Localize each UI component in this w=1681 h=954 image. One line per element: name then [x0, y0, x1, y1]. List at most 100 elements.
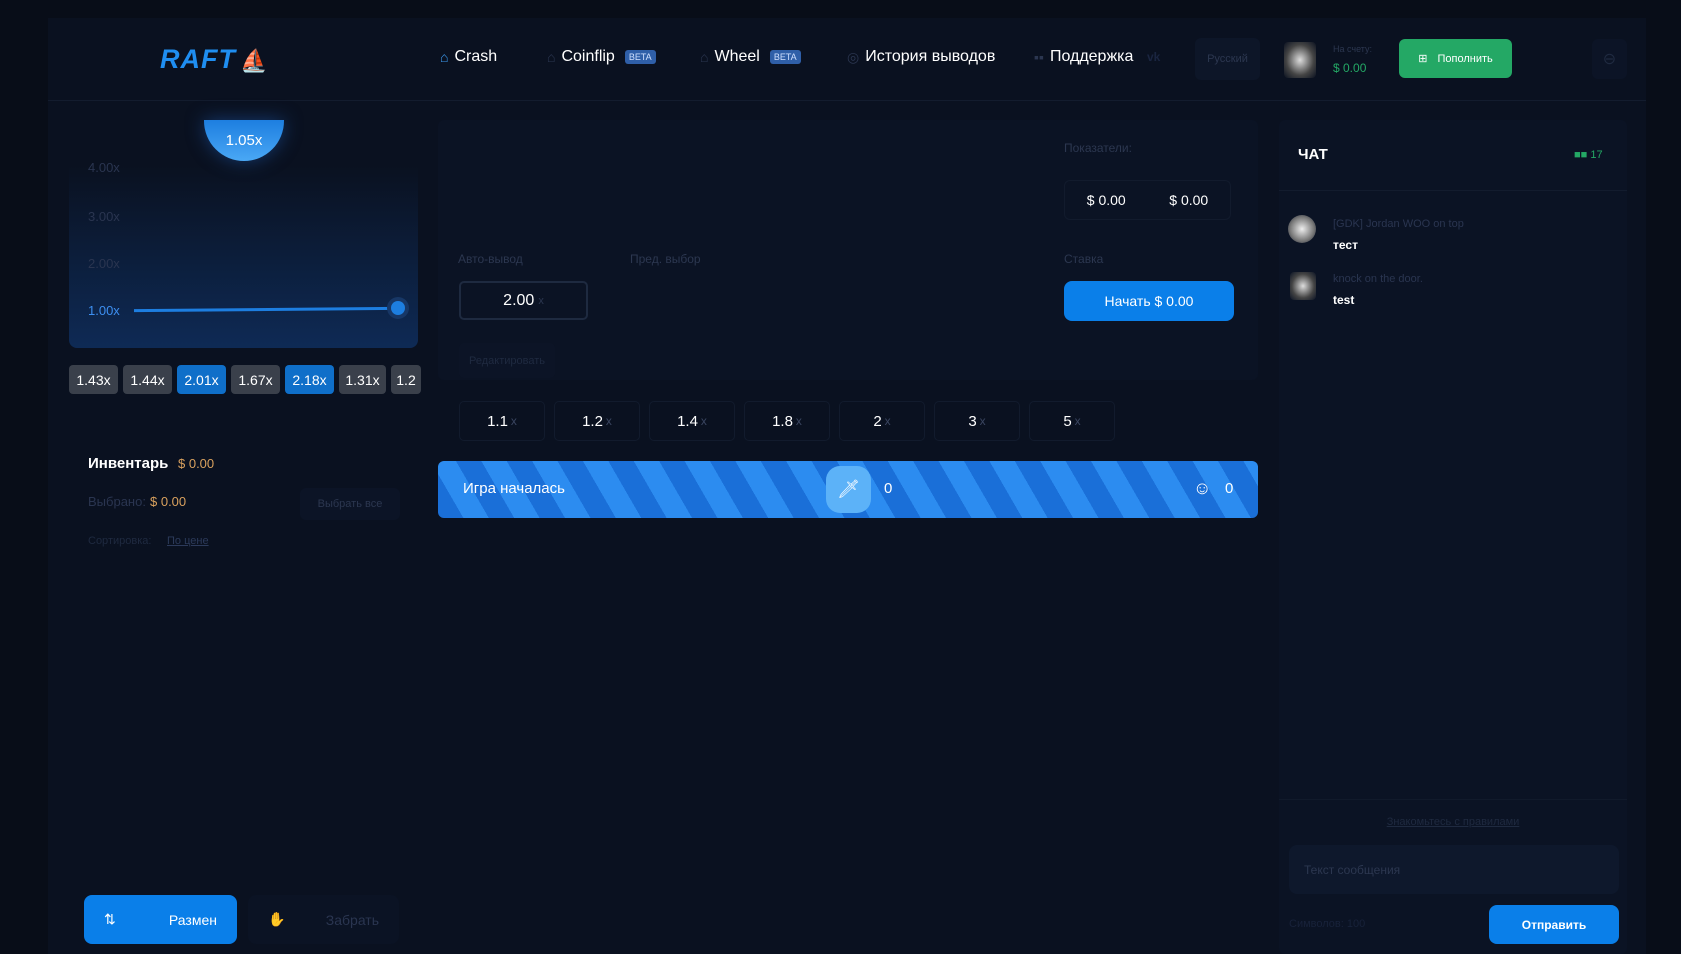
swap-icon: ⇅ — [104, 911, 116, 927]
balance-label: На счету: — [1333, 44, 1373, 54]
deposit-label: Пополнить — [1437, 52, 1493, 65]
chat-username[interactable]: knock on the door. — [1333, 273, 1423, 285]
nav-label: История выводов — [865, 48, 996, 65]
chat-message-text: test — [1333, 293, 1355, 307]
select-all-button[interactable]: Выбрать все — [300, 488, 400, 520]
suffix: x — [605, 414, 612, 428]
quick-value: 1.4 — [677, 412, 698, 430]
item-icon: 🗡 — [826, 466, 871, 513]
chat-message-text: тест — [1333, 238, 1358, 252]
chat-avatar[interactable] — [1290, 272, 1316, 300]
beta-badge: BETA — [769, 50, 801, 64]
chat-divider — [1279, 799, 1627, 800]
stats-box: $ 0.00 $ 0.00 — [1064, 180, 1231, 220]
quick-value: 3 — [968, 412, 977, 430]
nav-wheel[interactable]: ⌂ Wheel BETA — [700, 48, 801, 66]
rules-link[interactable]: Знакомьтесь с правилами — [1279, 816, 1627, 828]
suffix: x — [700, 414, 707, 428]
suffix: x — [1074, 414, 1081, 428]
language-select[interactable]: Русский — [1195, 38, 1260, 80]
chat-username[interactable]: [GDK] Jordan WOO on top — [1333, 218, 1464, 230]
suffix: x — [510, 414, 517, 428]
nav-label: Crash — [454, 48, 498, 65]
vk-icon[interactable]: vk — [1147, 50, 1160, 64]
players-icon: ☺ — [1193, 478, 1212, 498]
nav-history[interactable]: ◎ История выводов — [847, 48, 995, 66]
stat-value: $ 0.00 — [1086, 192, 1126, 208]
sort-select[interactable]: По цене — [167, 535, 209, 547]
stat-value: $ 0.00 — [1169, 192, 1209, 208]
nav-coinflip[interactable]: ⌂ Coinflip BETA — [547, 48, 656, 66]
history-strip — [69, 360, 418, 400]
balance-value: $ 0.00 — [1333, 61, 1367, 75]
suffix: x — [538, 294, 544, 307]
bet-label: Ставка — [1064, 252, 1104, 266]
chat-bubbles-icon: ■■ — [1574, 149, 1591, 161]
inventory-total: $ 0.00 — [178, 456, 215, 471]
chat-avatar[interactable] — [1288, 215, 1316, 243]
stats-label: Показатели: — [1064, 141, 1132, 155]
chat-message-input[interactable] — [1289, 845, 1619, 894]
y-tick: 2.00x — [88, 256, 120, 271]
game-status-text: Игра началась — [463, 480, 565, 497]
suffix: x — [795, 414, 802, 428]
logo[interactable]: RAFT ⛵ — [160, 44, 268, 75]
suffix: x — [884, 414, 891, 428]
sailboat-icon: ⛵ — [239, 48, 269, 73]
suffix: x — [979, 414, 986, 428]
home-icon: ⌂ — [547, 49, 556, 65]
players-count: 0 — [1225, 480, 1234, 497]
withdraw-label: Забрать — [325, 911, 379, 928]
home-icon: ⌂ — [700, 49, 709, 65]
history-icon: ◎ — [847, 48, 860, 65]
nav-crash[interactable]: ⌂ Crash — [440, 48, 497, 66]
hand-icon: ✋ — [268, 911, 286, 927]
nav-support[interactable]: ▪▪ Поддержка — [1034, 48, 1133, 66]
quick-value: 5 — [1063, 412, 1072, 430]
logout-icon[interactable]: ⊖ — [1592, 39, 1627, 79]
edit-button[interactable]: Редактировать — [459, 343, 555, 378]
quick-value: 1.8 — [772, 412, 793, 430]
preselect-label: Пред. выбор — [630, 252, 701, 266]
exchange-button[interactable]: ⇅ Размен — [84, 895, 237, 944]
user-avatar[interactable] — [1284, 42, 1316, 78]
nav-label: Wheel — [714, 48, 760, 65]
beta-badge: BETA — [624, 50, 656, 64]
nav-label: Поддержка — [1049, 48, 1134, 65]
quick-multiplier-button[interactable]: 5x — [1029, 401, 1115, 441]
quick-multiplier-button[interactable]: 3x — [934, 401, 1020, 441]
chat-divider — [1279, 190, 1627, 191]
home-icon: ⌂ — [440, 49, 449, 65]
wallet-icon: ⊞ — [1418, 53, 1428, 65]
online-counter: ■■ 17 — [1574, 149, 1603, 161]
char-counter: Символов: 100 — [1289, 918, 1366, 930]
quick-multiplier-button[interactable]: 1.2 x — [554, 401, 640, 441]
quick-value: 1.2 — [582, 412, 603, 430]
deposit-button[interactable]: ⊞ Пополнить — [1399, 39, 1512, 78]
sort-label: Сортировка: — [88, 535, 152, 547]
y-tick: 3.00x — [88, 209, 120, 224]
inventory-title: Инвентарь — [88, 455, 169, 472]
auto-cashout-input[interactable]: 2.00 x — [459, 281, 588, 320]
withdraw-button[interactable]: ✋ Забрать — [248, 895, 399, 944]
items-count: 0 — [884, 480, 893, 497]
logo-text: RAFT — [160, 44, 236, 74]
quick-multiplier-button[interactable]: 2x — [839, 401, 925, 441]
y-tick: 1.00x — [88, 303, 120, 318]
auto-cashout-label: Авто-вывод — [458, 252, 523, 266]
nav-label: Coinflip — [561, 48, 615, 65]
quick-value: 2 — [873, 412, 882, 430]
bet-panel — [438, 120, 1258, 380]
quick-multiplier-button[interactable]: 1.4 x — [649, 401, 735, 441]
start-button[interactable]: Начать $ 0.00 — [1064, 281, 1234, 321]
chat-panel — [1279, 120, 1627, 954]
send-button[interactable]: Отправить — [1489, 905, 1619, 944]
y-tick: 4.00x — [88, 160, 120, 175]
quick-multiplier-button[interactable]: 1.1 x — [459, 401, 545, 441]
selected-value: $ 0.00 — [150, 494, 187, 509]
header-divider — [48, 100, 1646, 101]
auto-cashout-value: 2.00 — [503, 291, 535, 309]
graph-point — [391, 301, 405, 315]
quick-multiplier-button[interactable]: 1.8 x — [744, 401, 830, 441]
selected-label: Выбрано: — [88, 494, 146, 509]
